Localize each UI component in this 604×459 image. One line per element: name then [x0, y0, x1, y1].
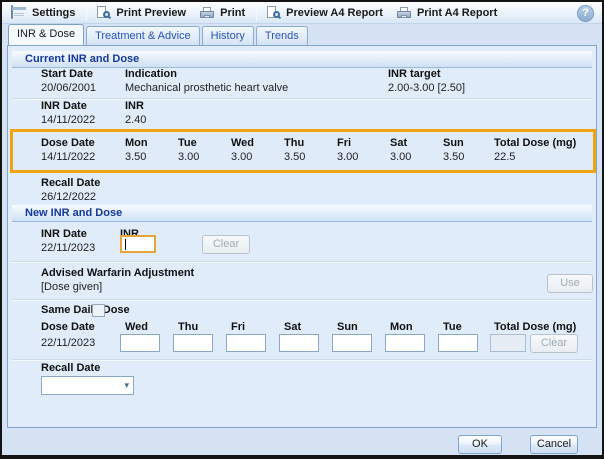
new-section-header: New INR and Dose [12, 205, 592, 222]
day-label-mon: Mon [390, 321, 413, 333]
day-label-thu: Thu [178, 321, 198, 333]
text-caret [125, 239, 126, 250]
day-label-sat: Sat [284, 321, 301, 333]
current-recall-date-label: Recall Date [41, 177, 100, 189]
help-button[interactable]: ? [577, 5, 594, 22]
day-label-fri: Fri [231, 321, 245, 333]
new-inr-date-label: INR Date [41, 228, 87, 240]
chevron-down-icon: ▾ [124, 380, 129, 391]
row-separator [12, 359, 592, 361]
dose-value-sun: 3.50 [443, 151, 464, 163]
inr-dose-tab-page: Current INR and Dose Start Date 20/06/20… [7, 45, 597, 428]
current-section-header: Current INR and Dose [12, 51, 592, 68]
use-button[interactable]: Use [547, 274, 593, 293]
tab-treatment-advice[interactable]: Treatment & Advice [86, 26, 200, 45]
current-dose-date-value: 14/11/2022 [41, 151, 95, 163]
dose-value-sat: 3.00 [390, 151, 411, 163]
day-label-thu: Thu [284, 137, 304, 149]
new-recall-date-label: Recall Date [41, 362, 100, 374]
printer-icon [396, 6, 412, 20]
day-label-sun: Sun [337, 321, 358, 333]
print-preview-icon [95, 6, 111, 20]
inr-target-label: INR target [388, 68, 441, 80]
dose-value-mon: 3.50 [125, 151, 146, 163]
print-label: Print [220, 7, 245, 19]
toolbar: Settings Print Preview Print Preview A4 … [2, 2, 602, 24]
dose-value-wed: 3.00 [231, 151, 252, 163]
current-dose-date-label: Dose Date [41, 137, 95, 149]
indication-label: Indication [125, 68, 177, 80]
total-dose-readonly-field [490, 334, 526, 352]
printer-icon [199, 6, 215, 20]
print-preview-label: Print Preview [116, 7, 186, 19]
same-daily-dose-checkbox[interactable] [92, 304, 105, 317]
day-label-sun: Sun [443, 137, 464, 149]
day-label-wed: Wed [231, 137, 254, 149]
preview-a4-report-button[interactable]: Preview A4 Report [260, 3, 391, 23]
dose-value-thu: 3.50 [284, 151, 305, 163]
toolbar-separator [86, 5, 87, 21]
preview-a4-label: Preview A4 Report [286, 7, 383, 19]
dose-value-fri: 3.00 [337, 151, 358, 163]
clear-inr-button[interactable]: Clear [202, 235, 250, 254]
day-label-tue: Tue [178, 137, 197, 149]
day-label-fri: Fri [337, 137, 351, 149]
row-separator [12, 261, 592, 263]
day-label-tue: Tue [443, 321, 462, 333]
current-inr-label: INR [125, 100, 144, 112]
print-button[interactable]: Print [194, 3, 253, 23]
settings-button[interactable]: Settings [6, 3, 83, 23]
current-inr-value: 2.40 [125, 114, 146, 126]
tab-bar: INR & Dose Treatment & Advice History Tr… [2, 24, 602, 45]
dose-value-tue: 3.00 [178, 151, 199, 163]
day-label-wed: Wed [125, 321, 148, 333]
new-total-dose-label: Total Dose (mg) [494, 321, 576, 333]
settings-form-icon [11, 6, 27, 20]
new-inr-date-value: 22/11/2023 [41, 242, 95, 254]
print-a4-label: Print A4 Report [417, 7, 497, 19]
current-inr-date-label: INR Date [41, 100, 87, 112]
inr-target-value: 2.00-3.00 [2.50] [388, 82, 465, 94]
dose-input-wed[interactable] [120, 334, 160, 352]
current-total-dose-label: Total Dose (mg) [494, 137, 576, 149]
tab-trends[interactable]: Trends [256, 26, 308, 45]
start-date-value: 20/06/2001 [41, 82, 96, 94]
settings-label: Settings [32, 7, 75, 19]
current-recall-date-value: 26/12/2022 [41, 191, 96, 203]
advised-adjustment-label: Advised Warfarin Adjustment [41, 267, 194, 279]
inr-dose-dialog: Settings Print Preview Print Preview A4 … [0, 0, 604, 459]
preview-a4-icon [265, 6, 281, 20]
ok-button[interactable]: OK [458, 435, 502, 454]
tab-inr-dose[interactable]: INR & Dose [8, 24, 84, 45]
print-a4-report-button[interactable]: Print A4 Report [391, 3, 505, 23]
dose-input-thu[interactable] [173, 334, 213, 352]
row-separator [12, 98, 592, 100]
tab-history[interactable]: History [202, 26, 254, 45]
print-preview-button[interactable]: Print Preview [90, 3, 194, 23]
dose-input-tue[interactable] [438, 334, 478, 352]
day-label-sat: Sat [390, 137, 407, 149]
toolbar-separator [256, 5, 257, 21]
day-label-mon: Mon [125, 137, 148, 149]
new-dose-date-label: Dose Date [41, 321, 95, 333]
current-total-dose-value: 22.5 [494, 151, 515, 163]
start-date-label: Start Date [41, 68, 93, 80]
cancel-button[interactable]: Cancel [530, 435, 578, 454]
recall-date-dropdown[interactable]: ▾ [41, 376, 134, 395]
current-inr-date-value: 14/11/2022 [41, 114, 95, 126]
same-daily-dose-label: Same Daily Dose [41, 304, 130, 316]
advised-adjustment-value: [Dose given] [41, 281, 102, 293]
dose-input-fri[interactable] [226, 334, 266, 352]
row-separator [12, 299, 592, 301]
dose-input-mon[interactable] [385, 334, 425, 352]
dose-input-sun[interactable] [332, 334, 372, 352]
clear-dose-button[interactable]: Clear [530, 334, 578, 353]
new-dose-date-value: 22/11/2023 [41, 337, 95, 349]
indication-value: Mechanical prosthetic heart valve [125, 82, 288, 94]
dose-input-sat[interactable] [279, 334, 319, 352]
